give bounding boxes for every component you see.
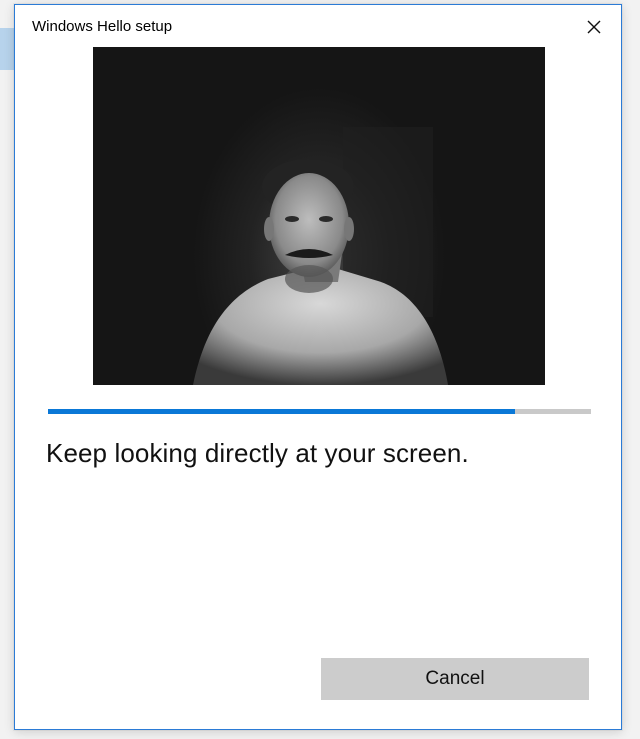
background-selection-highlight <box>0 28 14 70</box>
cancel-button[interactable]: Cancel <box>321 658 589 700</box>
windows-hello-dialog: Windows Hello setup Keep looking directl… <box>14 4 622 730</box>
close-icon <box>587 20 601 34</box>
title-bar: Windows Hello setup <box>15 5 621 47</box>
progress-bar-fill <box>48 409 515 414</box>
close-button[interactable] <box>581 14 607 40</box>
dialog-title: Windows Hello setup <box>32 18 173 35</box>
background-window-edge <box>0 731 640 739</box>
webcam-feed-image <box>93 47 545 385</box>
camera-preview <box>93 47 545 385</box>
instruction-text: Keep looking directly at your screen. <box>46 438 469 468</box>
progress-bar <box>48 409 591 414</box>
